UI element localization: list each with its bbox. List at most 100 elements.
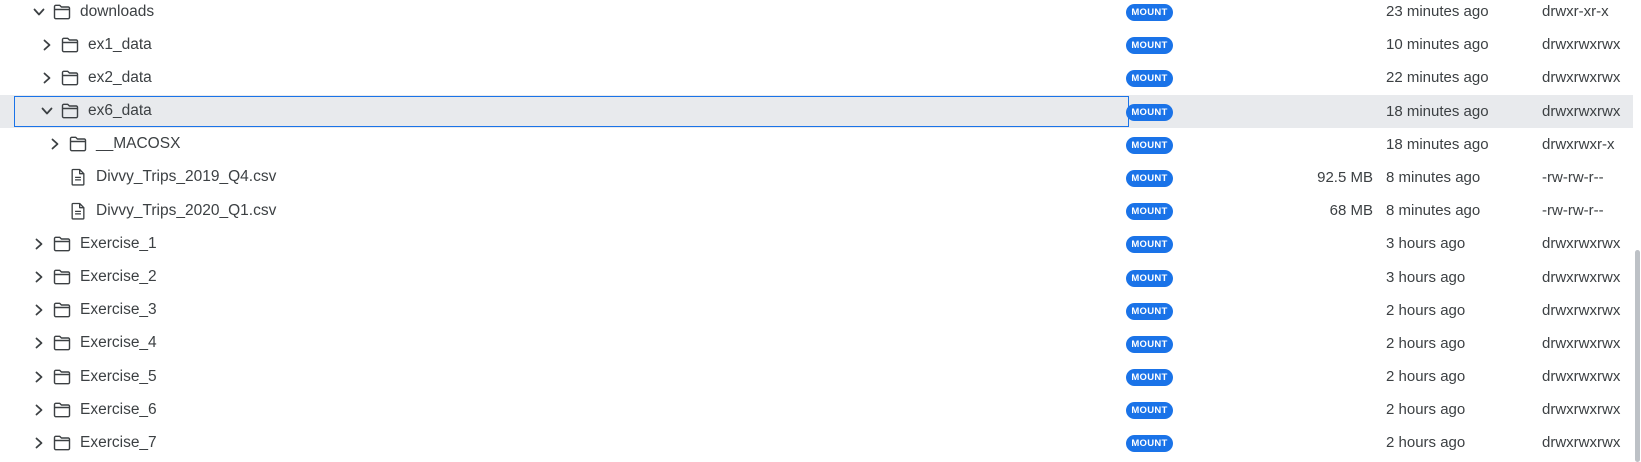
modified-time: 2 hours ago (1386, 368, 1466, 386)
mount-badge: MOUNT (1126, 4, 1173, 21)
name-cell[interactable]: ex2_data (14, 62, 1129, 93)
chevron-right-icon[interactable] (31, 236, 47, 252)
modified-time: 3 hours ago (1386, 235, 1466, 253)
mount-badge: MOUNT (1126, 269, 1173, 287)
mount-badge: MOUNT (1126, 302, 1173, 320)
name-cell[interactable]: ex6_data (14, 95, 1129, 127)
folder-icon (60, 68, 80, 88)
permissions: drwxrwxrwx (1542, 401, 1621, 419)
file-tree-row-divvy-trips-2020-q1-csv[interactable]: Divvy_Trips_2020_Q1.csv MOUNT 68 MB 8 mi… (0, 194, 1641, 227)
permissions: drwxrwxrwx (1542, 434, 1621, 452)
name-cell[interactable]: Divvy_Trips_2019_Q4.csv (14, 162, 1129, 193)
name-cell[interactable]: Exercise_4 (14, 328, 1129, 359)
name-cell[interactable]: Exercise_2 (14, 262, 1129, 293)
file-name[interactable]: Exercise_2 (80, 268, 157, 286)
file-tree-row-divvy-trips-2019-q4-csv[interactable]: Divvy_Trips_2019_Q4.csv MOUNT 92.5 MB 8 … (0, 161, 1641, 194)
chevron-down-icon[interactable] (39, 103, 55, 119)
modified-time: 10 minutes ago (1386, 36, 1489, 54)
file-tree-row--macosx[interactable]: __MACOSX MOUNT 18 minutes ago drwxrwxr-x (0, 128, 1641, 161)
permissions: -rw-rw-r-- (1542, 202, 1604, 220)
name-cell[interactable]: Exercise_5 (14, 361, 1129, 392)
folder-icon (60, 35, 80, 55)
folder-icon (52, 300, 72, 320)
mount-badge: MOUNT (1126, 103, 1173, 121)
file-name[interactable]: Exercise_3 (80, 301, 157, 319)
name-cell[interactable]: Exercise_6 (14, 394, 1129, 425)
chevron-right-icon[interactable] (31, 435, 47, 451)
mount-badge: MOUNT (1126, 169, 1173, 187)
permissions: drwxrwxr-x (1542, 135, 1615, 153)
modified-time: 8 minutes ago (1386, 202, 1481, 220)
chevron-right-icon[interactable] (31, 302, 47, 318)
folder-icon (52, 333, 72, 353)
modified-time: 2 hours ago (1386, 301, 1466, 319)
name-cell[interactable]: downloads (14, 0, 1129, 27)
modified-time: 2 hours ago (1386, 401, 1466, 419)
file-tree-row-ex6-data[interactable]: ex6_data MOUNT 18 minutes ago drwxrwxrwx (0, 94, 1641, 128)
permissions: drwxrwxrwx (1542, 102, 1621, 120)
folder-icon (52, 433, 72, 453)
permissions: drwxr-xr-x (1542, 3, 1609, 20)
file-name[interactable]: ex1_data (88, 36, 152, 54)
mount-badge: MOUNT (1126, 402, 1173, 420)
file-tree-row-exercise-4[interactable]: Exercise_4 MOUNT 2 hours ago drwxrwxrwx (0, 327, 1641, 360)
file-tree-row-exercise-1[interactable]: Exercise_1 MOUNT 3 hours ago drwxrwxrwx (0, 227, 1641, 260)
file-tree-row-exercise-3[interactable]: Exercise_3 MOUNT 2 hours ago drwxrwxrwx (0, 294, 1641, 327)
file-tree-row-exercise-2[interactable]: Exercise_2 MOUNT 3 hours ago drwxrwxrwx (0, 261, 1641, 294)
chevron-right-icon[interactable] (31, 335, 47, 351)
file-name[interactable]: Exercise_5 (80, 368, 157, 386)
folder-icon (52, 400, 72, 420)
mount-badge: MOUNT (1126, 136, 1173, 154)
modified-time: 23 minutes ago (1386, 3, 1489, 20)
file-name[interactable]: __MACOSX (96, 135, 180, 153)
name-cell[interactable]: ex1_data (14, 29, 1129, 60)
permissions: drwxrwxrwx (1542, 268, 1621, 286)
chevron-right-icon[interactable] (31, 402, 47, 418)
file-name[interactable]: Exercise_7 (80, 434, 157, 452)
mount-badge: MOUNT (1126, 236, 1173, 254)
file-browser: downloads MOUNT 23 minutes ago drwxr-xr-… (0, 0, 1641, 462)
file-tree-row-ex2-data[interactable]: ex2_data MOUNT 22 minutes ago drwxrwxrwx (0, 61, 1641, 94)
file-name[interactable]: Exercise_4 (80, 334, 157, 352)
mount-badge: MOUNT (1126, 335, 1173, 353)
file-name[interactable]: downloads (80, 3, 154, 21)
folder-icon (52, 2, 72, 22)
file-name[interactable]: Exercise_1 (80, 235, 157, 253)
chevron-right-icon[interactable] (31, 369, 47, 385)
file-tree: downloads MOUNT 23 minutes ago drwxr-xr-… (0, 0, 1641, 460)
folder-icon (52, 234, 72, 254)
permissions: -rw-rw-r-- (1542, 168, 1604, 186)
chevron-right-icon[interactable] (47, 136, 63, 152)
file-name[interactable]: Divvy_Trips_2019_Q4.csv (96, 168, 276, 186)
file-name[interactable]: Divvy_Trips_2020_Q1.csv (96, 202, 276, 220)
chevron-down-icon[interactable] (31, 4, 47, 20)
file-name[interactable]: ex2_data (88, 69, 152, 87)
modified-time: 2 hours ago (1386, 434, 1466, 452)
file-name[interactable]: Exercise_6 (80, 401, 157, 419)
name-cell[interactable]: __MACOSX (14, 129, 1129, 160)
modified-time: 18 minutes ago (1386, 135, 1489, 153)
name-cell[interactable]: Exercise_7 (14, 427, 1129, 458)
file-icon (68, 167, 88, 187)
chevron-right-icon[interactable] (39, 37, 55, 53)
mount-badge: MOUNT (1126, 70, 1173, 88)
name-cell[interactable]: Divvy_Trips_2020_Q1.csv (14, 195, 1129, 226)
chevron-right-icon[interactable] (31, 269, 47, 285)
folder-icon (68, 134, 88, 154)
modified-time: 8 minutes ago (1386, 168, 1481, 186)
file-tree-row-exercise-6[interactable]: Exercise_6 MOUNT 2 hours ago drwxrwxrwx (0, 393, 1641, 426)
file-tree-row-downloads[interactable]: downloads MOUNT 23 minutes ago drwxr-xr-… (0, 0, 1641, 28)
permissions: drwxrwxrwx (1542, 36, 1621, 54)
chevron-right-icon[interactable] (39, 70, 55, 86)
name-cell[interactable]: Exercise_3 (14, 295, 1129, 326)
permissions: drwxrwxrwx (1542, 301, 1621, 319)
file-tree-row-exercise-7[interactable]: Exercise_7 MOUNT 2 hours ago drwxrwxrwx (0, 426, 1641, 459)
name-cell[interactable]: Exercise_1 (14, 228, 1129, 259)
file-tree-row-ex1-data[interactable]: ex1_data MOUNT 10 minutes ago drwxrwxrwx (0, 28, 1641, 61)
scrollbar[interactable] (1633, 0, 1641, 462)
folder-icon (60, 101, 80, 121)
file-name[interactable]: ex6_data (88, 102, 152, 120)
scrollbar-thumb[interactable] (1635, 250, 1640, 462)
file-tree-row-exercise-5[interactable]: Exercise_5 MOUNT 2 hours ago drwxrwxrwx (0, 360, 1641, 393)
